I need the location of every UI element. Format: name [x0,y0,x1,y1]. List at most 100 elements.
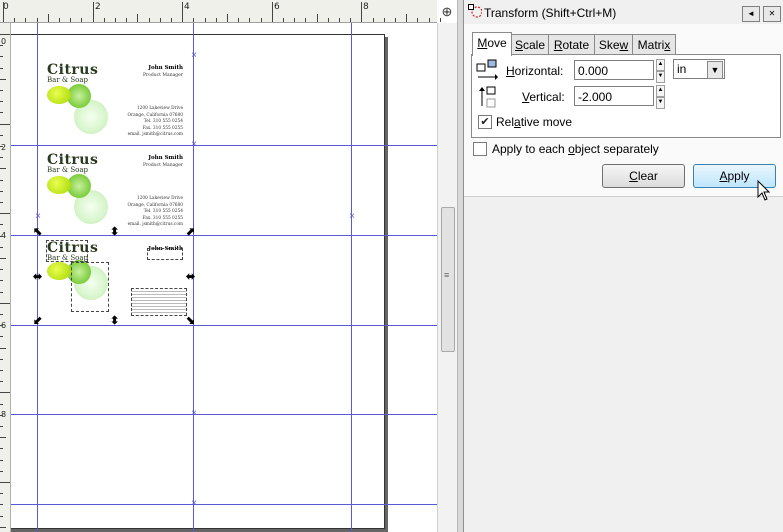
scale-handle-se[interactable]: ⬊ [186,316,195,327]
tab-move[interactable]: Move [472,32,512,56]
relative-move-checkbox[interactable]: ✔ [478,115,492,129]
tab-mnemonic: w [619,38,629,52]
tab-mnemonic: x [664,38,671,52]
guide-vertical[interactable] [351,23,352,532]
dock-arrow-icon[interactable]: ◄ [742,6,760,22]
scale-handle-sw[interactable]: ⬋ [33,316,42,327]
ruler-number: 4 [184,2,190,12]
ruler-tick [261,18,262,22]
button-mnemonic: A [719,169,728,183]
ruler-tick [25,18,26,22]
close-icon[interactable]: ✕ [763,6,781,22]
scale-handle-ne[interactable]: ⬈ [186,227,195,238]
tab-matrix[interactable]: Matrix [632,34,676,55]
ruler-tick [0,325,3,326]
ruler-tick [305,18,306,22]
vertical-input[interactable]: -2.000 [574,86,654,106]
card-address: 1200 Lakeview Drive Orange, California 0… [128,196,184,229]
ruler-tick [3,2,4,22]
tab-skew[interactable]: Skew [594,34,633,55]
spin-up-icon[interactable]: ▲ [656,85,665,97]
tab-scale[interactable]: Scale [511,34,549,55]
ruler-tick [59,18,60,22]
ruler-tick [227,14,228,22]
ruler-tick [0,370,3,371]
ruler-tick [395,18,396,22]
tab-label: otate [562,38,590,52]
ruler-tick [0,213,10,214]
ruler-tick [0,68,3,69]
card-address: 1200 Lakeview Drive Orange, California 0… [128,106,184,139]
ruler-tick [339,18,340,22]
horizontal-input[interactable]: 0.000 [574,60,654,80]
vertical-spinner[interactable]: ▲ ▼ [656,85,665,109]
tab-label: ove [487,36,507,50]
spin-down-icon[interactable]: ▼ [656,97,665,109]
vertical-scrollbar[interactable]: ≡ [437,23,457,532]
move-tab-panel: Horizontal: 0.000 ▲ ▼ Vertical: -2.000 ▲ ▼… [471,54,781,138]
card-role: Product Manager [143,163,183,168]
apply-each-checkbox[interactable] [473,142,487,156]
horizontal-spinner[interactable]: ▲ ▼ [656,59,665,83]
ruler-tick [0,482,10,483]
spin-down-icon[interactable]: ▼ [656,71,665,83]
ruler-tick [0,404,3,405]
ruler-tick [272,2,273,22]
label-text: bject separately [574,142,659,156]
horizontal-ruler[interactable]: 0 2 4 6 8 [0,0,441,23]
horizontal-move-icon [476,59,498,80]
ruler-tick [14,18,15,22]
ruler-tick [0,157,3,158]
unit-select[interactable]: in ▼ [673,59,725,79]
selection-bbox [71,262,109,312]
business-card[interactable]: Citrus Bar & Soap John Smith Product Man… [37,62,189,150]
ruler-tick [283,18,284,22]
ruler-tick [0,124,10,125]
ruler-tick [249,18,250,22]
label-text: orizontal: [514,64,564,78]
chevron-down-icon[interactable]: ▼ [707,61,723,79]
guide-intersection-mark: × [191,139,197,150]
tab-rotate[interactable]: Rotate [548,34,595,55]
apply-each-label[interactable]: Apply to each object separately [492,142,659,156]
scale-handle-w[interactable]: ⬌ [33,272,42,283]
address-line: email. jsmith@citrus.com [127,132,183,137]
lime-image [47,262,71,280]
tab-label: Matri [637,38,665,52]
ruler-tick [0,415,3,416]
ruler-tick [0,303,10,304]
dialog-title-bar: Transform (Shift+Ctrl+M) ◄ ✕ [464,0,783,26]
ruler-tick [0,34,10,35]
guide-horizontal[interactable] [0,414,437,415]
ruler-tick [81,18,82,22]
tab-mnemonic: S [514,38,523,52]
ruler-tick [0,135,3,136]
ruler-tick [0,460,3,461]
logo-subtitle: Bar & Soap [47,76,89,84]
scale-handle-nw[interactable]: ⬉ [33,227,42,238]
guide-horizontal[interactable] [0,504,437,505]
ruler-tick [0,426,3,427]
ruler-tick [0,202,3,203]
address-line: email. jsmith@citrus.com [127,222,183,227]
vertical-ruler[interactable]: 0 2 4 6 8 [0,23,11,532]
horizontal-label: Horizontal: [506,64,563,78]
ruler-tick [0,146,3,147]
scrollbar-thumb[interactable]: ≡ [441,207,455,352]
ruler-number: 8 [363,2,369,12]
label-text: Rel [496,115,515,129]
zoom-fit-icon[interactable]: ⊕ [438,3,456,21]
card-name: John Smith [148,155,183,161]
spin-up-icon[interactable]: ▲ [656,59,665,71]
ruler-tick [0,280,3,281]
relative-move-label[interactable]: Relative move [496,115,572,129]
scale-handle-s[interactable]: ⬍ [110,316,119,327]
scale-handle-e[interactable]: ⬌ [186,272,195,283]
ruler-tick [216,18,217,22]
ruler-tick [238,18,239,22]
scale-handle-n[interactable]: ⬍ [110,227,119,238]
canvas-area[interactable]: × × × × × × Citrus Bar & Soap John Smith… [0,0,463,532]
clear-button[interactable]: Clear [602,164,685,188]
tab-label: cale [523,38,546,52]
button-label: pply [727,169,750,183]
